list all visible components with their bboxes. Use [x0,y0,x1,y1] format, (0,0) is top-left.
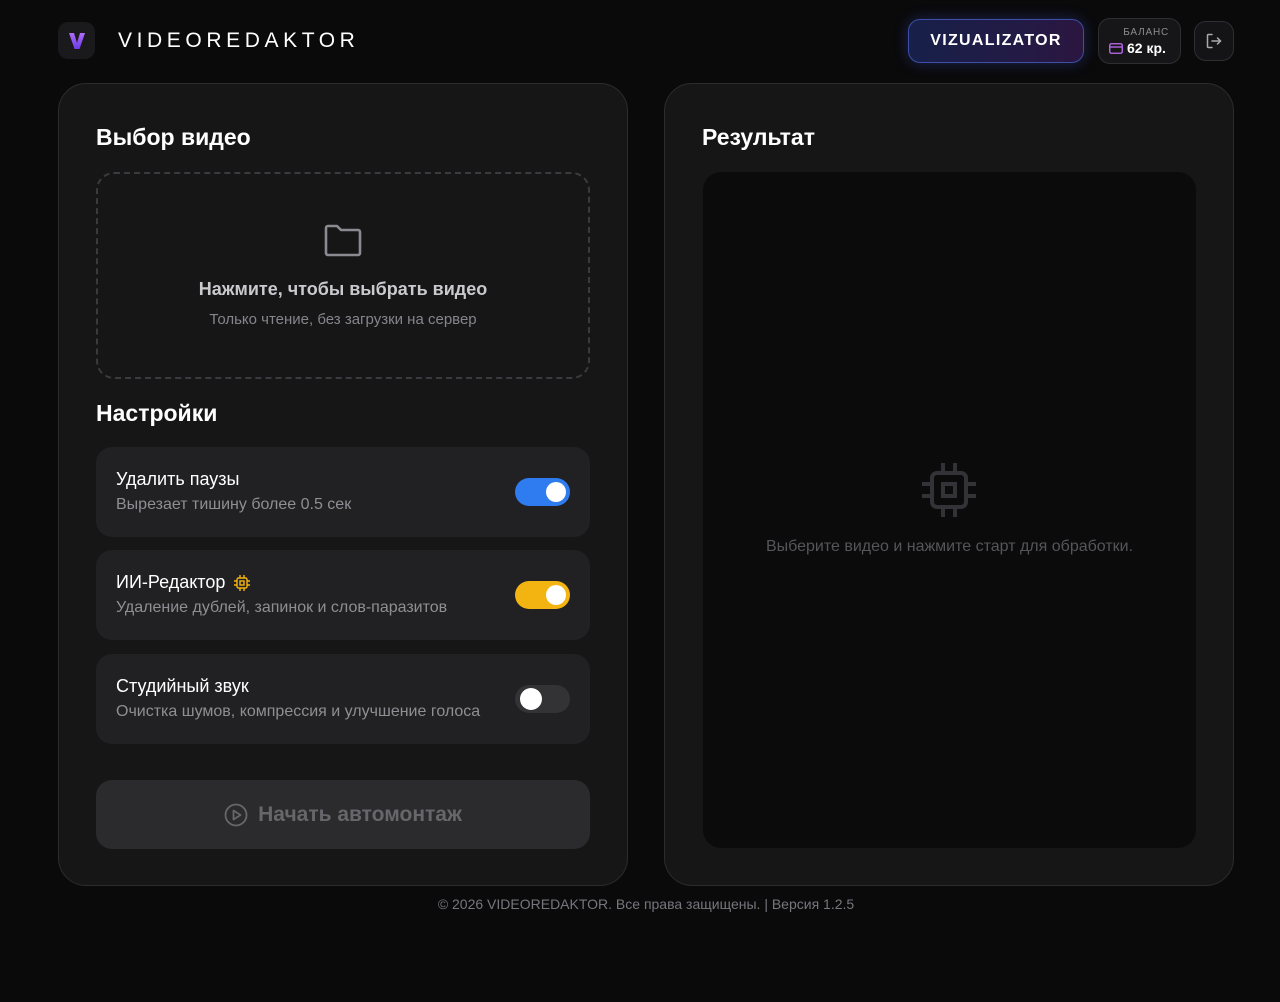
setting-label: ИИ-Редактор [116,572,226,592]
setting-label: Удалить паузы [116,469,240,489]
start-automontage-button[interactable]: Начать автомонтаж [96,780,590,849]
balance-value: 62 кр. [1127,40,1166,56]
vizualizator-button[interactable]: VIZUALIZATOR [908,19,1084,63]
start-button-label: Начать автомонтаж [258,802,462,826]
app-logo[interactable] [58,22,95,59]
logo-v-icon [68,32,85,49]
play-circle-icon [224,803,248,826]
app-header: VIDEOREDAKTOR VIZUALIZATOR БАЛАНС 62 кр. [0,0,1280,84]
chip-icon [234,574,251,591]
toggle-knob [546,482,566,502]
logout-button[interactable] [1194,21,1234,61]
panel-title: Результат [702,124,815,150]
remove-pauses-toggle[interactable] [515,478,570,506]
credit-card-icon [1109,42,1123,54]
folder-icon [324,224,362,257]
ai-editor-toggle[interactable] [515,581,570,609]
setting-label: Студийный звук [116,676,249,696]
result-placeholder-text: Выберите видео и нажмите старт для обраб… [765,538,1134,555]
setting-description: Удаление дублей, запинок и слов-паразито… [116,599,448,616]
logout-icon [1206,33,1222,49]
setting-studio-sound: Студийный звук Очистка шумов, компрессия… [96,654,590,744]
result-preview-area: Выберите видео и нажмите старт для обраб… [703,172,1196,848]
dropzone-title: Нажмите, чтобы выбрать видео [198,279,488,299]
panel-title: Выбор видео [96,124,251,150]
setting-description: Очистка шумов, компрессия и улучшение го… [116,703,481,720]
studio-sound-toggle[interactable] [515,685,570,713]
footer-text: © 2026 VIDEOREDAKTOR. Все права защищены… [437,896,855,912]
balance-label: БАЛАНС [1123,27,1169,38]
video-select-panel: Выбор видео Нажмите, чтобы выбрать видео… [58,83,628,886]
setting-remove-pauses: Удалить паузы Вырезает тишину более 0.5 … [96,447,590,537]
settings-title: Настройки [96,400,218,426]
app-name: VIDEOREDAKTOR [118,29,360,52]
result-panel: Результат Выберите видео и нажмите старт… [664,83,1234,886]
video-dropzone[interactable]: Нажмите, чтобы выбрать видео Только чтен… [96,172,590,379]
balance-widget[interactable]: БАЛАНС 62 кр. [1098,18,1181,64]
chip-icon [922,463,976,517]
dropzone-subtitle: Только чтение, без загрузки на сервер [209,311,477,328]
setting-description: Вырезает тишину более 0.5 сек [116,496,352,513]
toggle-knob [546,585,566,605]
setting-ai-editor: ИИ-Редактор Удаление дублей, запинок и с… [96,550,590,640]
toggle-knob [520,688,542,710]
